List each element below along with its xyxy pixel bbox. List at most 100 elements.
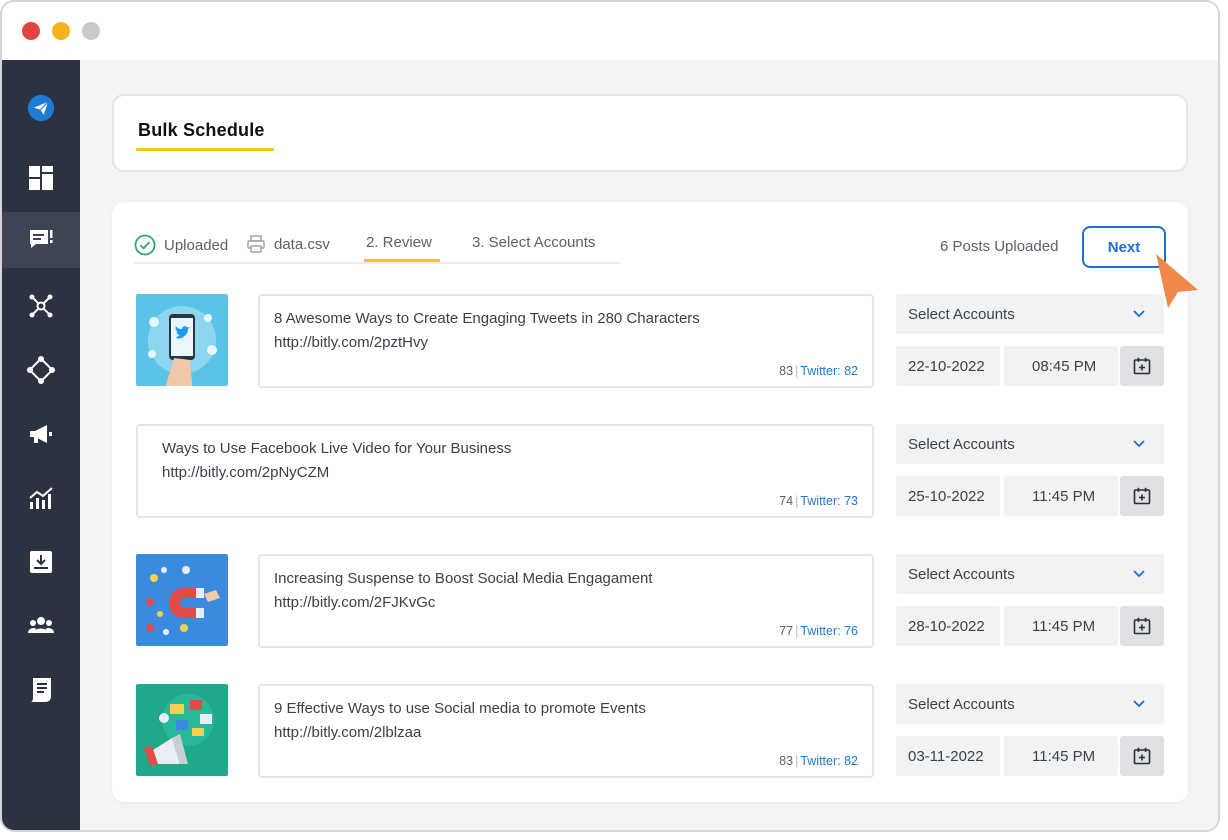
title-bar — [2, 2, 1218, 60]
date-field[interactable]: 03-11-2022 — [896, 736, 1000, 776]
megaphone-icon — [30, 425, 52, 443]
header-card: Bulk Schedule — [112, 94, 1188, 172]
char-count-total: 83 — [779, 364, 794, 378]
date-field[interactable]: 22-10-2022 — [896, 346, 1000, 386]
team-icon — [28, 617, 54, 633]
check-circle-icon — [134, 234, 156, 256]
post-text[interactable]: Increasing Suspense to Boost Social Medi… — [258, 554, 874, 648]
app-window: Bulk Schedule Uploaded data.csv 2. Revie… — [0, 0, 1220, 832]
download-icon — [30, 551, 52, 573]
divider: | — [795, 754, 799, 768]
select-accounts-label: Select Accounts — [908, 435, 1015, 453]
close-window-button[interactable] — [22, 22, 40, 40]
time-field[interactable]: 08:45 PM — [1004, 346, 1118, 386]
divider: | — [795, 624, 799, 638]
calendar-button[interactable] — [1120, 736, 1164, 776]
chevron-down-icon — [1133, 700, 1145, 708]
page-title: Bulk Schedule — [138, 120, 265, 140]
post-row: Ways to Use Facebook Live Video for Your… — [136, 424, 1166, 518]
select-accounts-dropdown[interactable]: Select Accounts — [896, 684, 1164, 724]
select-accounts-label: Select Accounts — [908, 305, 1015, 323]
char-count: 77 | Twitter: 76 — [779, 624, 858, 638]
bulk-schedule-card: Uploaded data.csv 2. Review 3. Select Ac… — [112, 202, 1198, 802]
stepper: Uploaded data.csv 2. Review 3. Select Ac… — [134, 230, 620, 264]
time-field[interactable]: 11:45 PM — [1004, 736, 1118, 776]
tab-review-label: 2. Review — [366, 234, 432, 251]
connect-icon — [27, 356, 55, 384]
reports-icon — [31, 678, 51, 702]
post-thumbnail — [136, 554, 228, 646]
char-count: 74 | Twitter: 73 — [779, 494, 858, 508]
post-link: http://bitly.com/2FJKvGc — [274, 594, 436, 611]
post-row: 9 Effective Ways to use Social media to … — [136, 684, 1166, 778]
post-title: 8 Awesome Ways to Create Engaging Tweets… — [274, 310, 700, 327]
sidebar-item-dashboard[interactable] — [2, 150, 80, 206]
time-field[interactable]: 11:45 PM — [1004, 606, 1118, 646]
post-link: http://bitly.com/2pztHvy — [274, 334, 428, 351]
char-count-twitter: Twitter: 82 — [800, 364, 858, 378]
megaphone-events-illustration — [136, 684, 228, 776]
sidebar-item-downloads[interactable] — [2, 534, 80, 590]
post-row: Increasing Suspense to Boost Social Medi… — [136, 554, 1166, 648]
calendar-add-icon — [1133, 357, 1151, 375]
calendar-button[interactable] — [1120, 606, 1164, 646]
divider: | — [795, 494, 799, 508]
sidebar — [2, 60, 80, 830]
twitter-phone-illustration — [136, 294, 228, 386]
select-accounts-dropdown[interactable]: Select Accounts — [896, 294, 1164, 334]
analytics-icon — [29, 487, 53, 509]
sidebar-item-network[interactable] — [2, 278, 80, 334]
post-title: Increasing Suspense to Boost Social Medi… — [274, 570, 653, 587]
char-count-total: 83 — [779, 754, 794, 768]
title-underline — [136, 148, 274, 151]
sidebar-item-connect[interactable] — [2, 342, 80, 398]
sidebar-item-home[interactable] — [2, 80, 80, 136]
post-text[interactable]: 9 Effective Ways to use Social media to … — [258, 684, 874, 778]
chevron-down-icon — [1133, 310, 1145, 318]
post-thumbnail — [136, 684, 228, 776]
sidebar-item-analytics[interactable] — [2, 470, 80, 526]
calendar-add-icon — [1133, 617, 1151, 635]
active-step-indicator — [364, 259, 440, 262]
step-uploaded-label: Uploaded — [164, 236, 229, 254]
post-link: http://bitly.com/2lblzaa — [274, 724, 422, 741]
calendar-add-icon — [1133, 487, 1151, 505]
sidebar-item-reports[interactable] — [2, 662, 80, 718]
post-thumbnail — [136, 294, 228, 386]
tab-select-accounts-label: 3. Select Accounts — [472, 234, 596, 251]
date-field[interactable]: 25-10-2022 — [896, 476, 1000, 516]
divider: | — [795, 364, 799, 378]
sidebar-item-campaigns[interactable] — [2, 406, 80, 462]
tab-review[interactable]: 2. Review — [366, 234, 432, 251]
post-text[interactable]: Ways to Use Facebook Live Video for Your… — [136, 424, 874, 518]
char-count-total: 74 — [779, 494, 794, 508]
tab-select-accounts[interactable]: 3. Select Accounts — [472, 234, 595, 251]
calendar-button[interactable] — [1120, 346, 1164, 386]
sidebar-item-posts[interactable] — [2, 212, 80, 268]
posts-icon — [30, 230, 53, 248]
file-name: data.csv — [274, 235, 330, 253]
post-title: Ways to Use Facebook Live Video for Your… — [162, 440, 512, 457]
post-text[interactable]: 8 Awesome Ways to Create Engaging Tweets… — [258, 294, 874, 388]
char-count-twitter: Twitter: 73 — [800, 494, 858, 508]
sidebar-item-team[interactable] — [2, 598, 80, 654]
post-title: 9 Effective Ways to use Social media to … — [274, 700, 646, 717]
magnet-engagement-illustration — [136, 554, 228, 646]
date-field[interactable]: 28-10-2022 — [896, 606, 1000, 646]
char-count: 83 | Twitter: 82 — [779, 364, 858, 378]
calendar-button[interactable] — [1120, 476, 1164, 516]
minimize-window-button[interactable] — [52, 22, 70, 40]
printer-icon — [247, 235, 265, 253]
step-uploaded[interactable]: Uploaded — [134, 234, 228, 256]
select-accounts-dropdown[interactable]: Select Accounts — [896, 554, 1164, 594]
char-count-total: 77 — [779, 624, 794, 638]
select-accounts-label: Select Accounts — [908, 565, 1015, 583]
select-accounts-label: Select Accounts — [908, 695, 1015, 713]
paper-plane-icon — [27, 94, 55, 122]
network-icon — [29, 294, 53, 318]
calendar-add-icon — [1133, 747, 1151, 765]
zoom-window-button[interactable] — [82, 22, 100, 40]
chevron-down-icon — [1133, 440, 1145, 448]
time-field[interactable]: 11:45 PM — [1004, 476, 1118, 516]
select-accounts-dropdown[interactable]: Select Accounts — [896, 424, 1164, 464]
